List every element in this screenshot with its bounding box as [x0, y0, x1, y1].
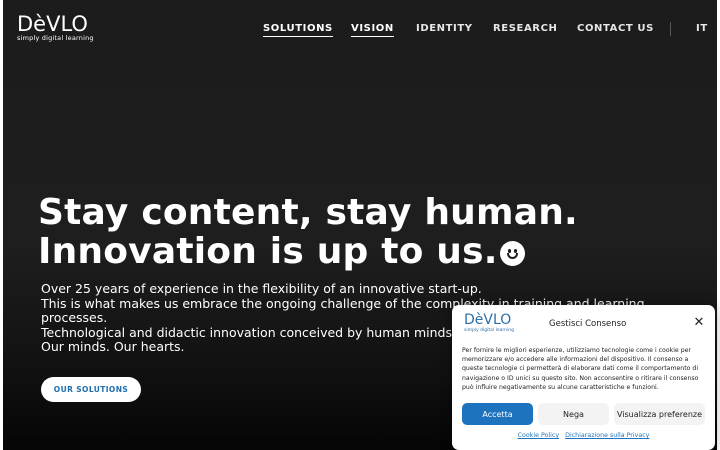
deny-button[interactable]: Nega — [538, 403, 609, 425]
consent-logo-tagline: simply digital learning — [464, 328, 514, 333]
cookie-consent-dialog: DèVLO simply digital learning Gestisci C… — [452, 305, 715, 450]
view-preferences-button[interactable]: Visualizza preferenze — [614, 403, 705, 425]
consent-links: Cookie Policy Dichiarazione sulla Privac… — [452, 432, 715, 439]
privacy-statement-link[interactable]: Dichiarazione sulla Privacy — [565, 432, 649, 439]
smiley-face-icon — [499, 241, 525, 266]
accept-button[interactable]: Accetta — [462, 403, 533, 425]
nav-item-contact-us[interactable]: CONTACT US — [577, 22, 654, 36]
hero-line: Over 25 years of experience in the flexi… — [41, 281, 482, 296]
consent-logo: DèVLO simply digital learning — [464, 313, 524, 335]
cookie-policy-link[interactable]: Cookie Policy — [518, 432, 560, 439]
our-solutions-button[interactable]: OUR SOLUTIONS — [41, 377, 141, 402]
consent-logo-wordmark: DèVLO — [464, 312, 512, 328]
title-line2: Innovation is up to us. — [38, 231, 498, 272]
consent-title: Gestisci Consenso — [549, 319, 627, 329]
nav-divider — [670, 22, 671, 36]
nav-item-identity[interactable]: IDENTITY — [416, 22, 473, 36]
highlighted-word: content — [141, 192, 299, 233]
nav-item-solutions[interactable]: SOLUTIONS — [263, 22, 333, 37]
close-icon[interactable]: ✕ — [692, 316, 706, 330]
nav-item-research[interactable]: RESEARCH — [493, 22, 558, 36]
title-line1: Stay content, stay human. — [38, 192, 578, 233]
hero-title: Stay content, stay human. Innovation is … — [38, 193, 578, 271]
language-switch[interactable]: IT — [696, 22, 708, 36]
consent-text: Per fornire le migliori esperienze, util… — [462, 347, 699, 391]
nav-item-vision[interactable]: VISION — [351, 22, 394, 37]
main-nav: SOLUTIONS VISION IDENTITY RESEARCH CONTA… — [3, 22, 717, 37]
